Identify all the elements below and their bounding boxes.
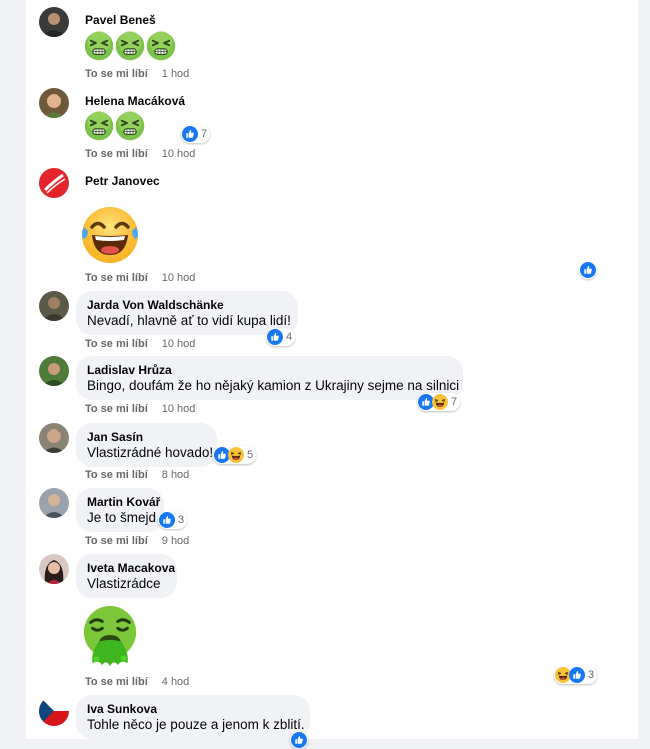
comment-text: Tohle něco je pouze a jenom k zblití.: [87, 717, 305, 732]
scrollbar-track[interactable]: [640, 0, 650, 739]
like-reaction-icon: [569, 667, 585, 683]
comment-text: Bingo, doufám že ho nějaký kamion z Ukra…: [87, 378, 460, 393]
comment-actions: To se mi líbí 10 hod: [85, 148, 195, 160]
comment-text: Je to šmejd: [87, 510, 157, 525]
comment-author[interactable]: Ladislav Hrůza: [87, 363, 172, 377]
comment-actions: To se mi líbí 10 hod: [85, 403, 195, 415]
like-button[interactable]: To se mi líbí: [85, 148, 148, 160]
comment-actions: To se mi líbí 8 hod: [85, 469, 189, 481]
comment-author[interactable]: Martin Kovář: [87, 495, 160, 509]
timestamp[interactable]: 10 hod: [162, 148, 196, 160]
reactions-summary[interactable]: 7: [181, 125, 211, 143]
reactions-summary[interactable]: 7: [417, 393, 461, 411]
timestamp[interactable]: 10 hod: [162, 403, 196, 415]
comment-actions: To se mi líbí 4 hod: [85, 676, 189, 688]
timestamp[interactable]: 10 hod: [162, 338, 196, 350]
avatar[interactable]: [39, 291, 69, 321]
like-reaction-icon: [291, 732, 307, 748]
like-reaction-icon: [580, 262, 596, 278]
like-button[interactable]: To se mi líbí: [85, 469, 148, 481]
avatar[interactable]: [39, 168, 69, 198]
comment-actions: To se mi líbí 10 hod: [85, 338, 195, 350]
avatar[interactable]: [39, 423, 69, 453]
reaction-count: 4: [286, 331, 293, 343]
reaction-count: 3: [588, 669, 595, 681]
reactions-summary[interactable]: 4: [266, 328, 296, 346]
tears-of-joy-emoji: [78, 203, 142, 267]
timestamp[interactable]: 8 hod: [162, 469, 190, 481]
like-button[interactable]: To se mi líbí: [85, 676, 148, 688]
timestamp[interactable]: 9 hod: [162, 535, 190, 547]
nauseated-face-emoji: [84, 111, 114, 141]
like-reaction-icon: [159, 512, 175, 528]
vomiting-face-emoji: [79, 605, 141, 667]
avatar[interactable]: [39, 554, 69, 584]
reactions-summary[interactable]: 3: [554, 666, 598, 684]
reactions-summary[interactable]: [579, 261, 597, 279]
comment-bubble: Jarda Von Waldschänke Nevadí, hlavně ať …: [76, 291, 298, 335]
reactions-summary[interactable]: 5: [213, 446, 257, 464]
reaction-count: 7: [451, 396, 458, 408]
comment-actions: To se mi líbí 1 hod: [85, 68, 189, 80]
reaction-count: 7: [201, 128, 208, 140]
avatar[interactable]: [39, 488, 69, 518]
like-button[interactable]: To se mi líbí: [85, 272, 148, 284]
comment-text: Vlastizrádce: [87, 576, 161, 591]
reactions-summary[interactable]: 3: [158, 511, 188, 529]
nauseated-face-emoji: [115, 31, 145, 61]
reaction-count: 3: [178, 514, 185, 526]
avatar[interactable]: [39, 696, 69, 726]
timestamp[interactable]: 1 hod: [162, 68, 190, 80]
comment-bubble: Martin Kovář Je to šmejd: [76, 488, 164, 532]
comment-author[interactable]: Jan Sasín: [87, 430, 143, 444]
comment-text: Vlastizrádné hovado!: [87, 445, 214, 460]
reaction-count: 5: [247, 449, 254, 461]
comment-actions: To se mi líbí 10 hod: [85, 272, 195, 284]
like-button[interactable]: To se mi líbí: [85, 403, 148, 415]
avatar[interactable]: [39, 88, 69, 118]
nauseated-face-emoji: [84, 31, 114, 61]
avatar[interactable]: [39, 356, 69, 386]
comment-author[interactable]: Iva Sunkova: [87, 702, 157, 716]
haha-reaction-icon: [432, 394, 448, 410]
reactions-summary[interactable]: [290, 731, 308, 749]
comment-author[interactable]: Pavel Beneš: [85, 13, 156, 27]
like-reaction-icon: [182, 126, 198, 142]
comment-bubble: Iveta Macakova Vlastizrádce: [76, 554, 177, 598]
like-button[interactable]: To se mi líbí: [85, 68, 148, 80]
comment-author[interactable]: Petr Janovec: [85, 174, 160, 188]
like-reaction-icon: [267, 329, 283, 345]
nauseated-face-emoji: [115, 111, 145, 141]
avatar[interactable]: [39, 7, 69, 37]
haha-reaction-icon: [228, 447, 244, 463]
timestamp[interactable]: 4 hod: [162, 676, 190, 688]
comment-bubble: Jan Sasín Vlastizrádné hovado!: [76, 423, 217, 467]
comment-bubble: Ladislav Hrůza Bingo, doufám že ho nějak…: [76, 356, 463, 400]
comment-bubble: Iva Sunkova Tohle něco je pouze a jenom …: [76, 695, 310, 739]
comment-author[interactable]: Jarda Von Waldschänke: [87, 298, 224, 312]
comment-author[interactable]: Helena Macáková: [85, 94, 185, 108]
like-button[interactable]: To se mi líbí: [85, 338, 148, 350]
comment-author[interactable]: Iveta Macakova: [87, 561, 175, 575]
nauseated-face-emoji: [146, 31, 176, 61]
like-button[interactable]: To se mi líbí: [85, 535, 148, 547]
comment-text: Nevadí, hlavně ať to vidí kupa lidí!: [87, 313, 291, 328]
comment-actions: To se mi líbí 9 hod: [85, 535, 189, 547]
timestamp[interactable]: 10 hod: [162, 272, 196, 284]
